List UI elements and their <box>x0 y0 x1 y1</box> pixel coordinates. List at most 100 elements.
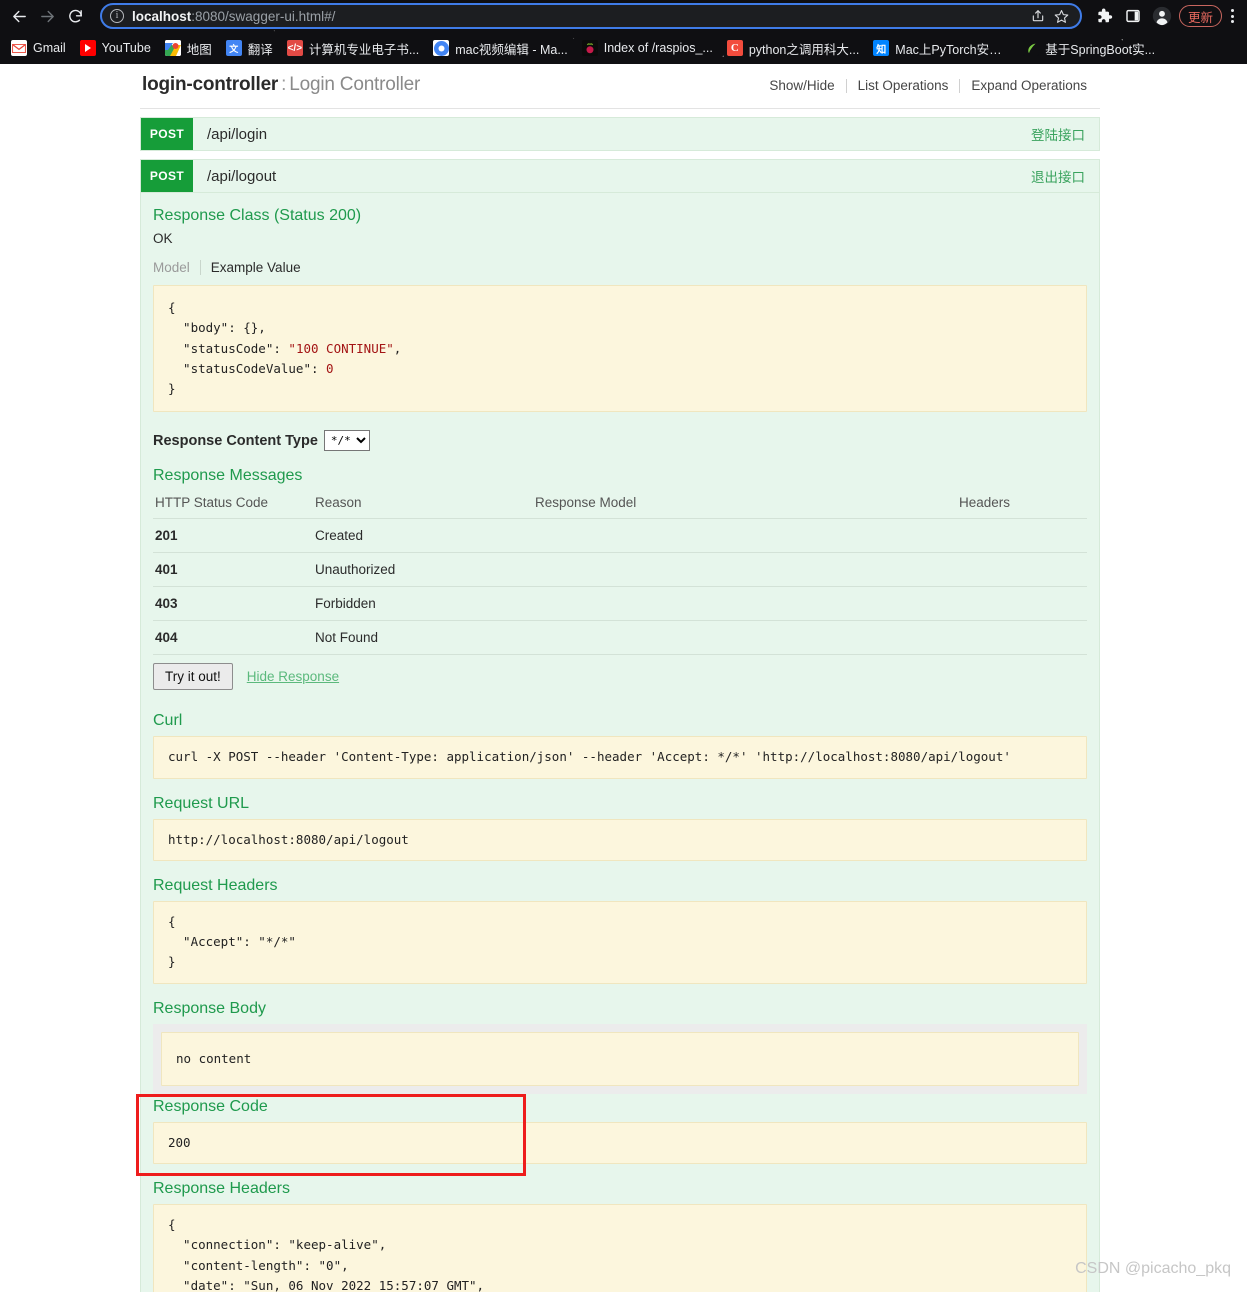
col-http-status-code: HTTP Status Code <box>153 491 313 520</box>
status-code-cell: 401 <box>153 552 313 588</box>
url-host: localhost <box>132 8 192 24</box>
operation-row-login[interactable]: POST /api/login 登陆接口 <box>140 117 1100 151</box>
example-value-code: { "body": {}, "statusCode": "100 CONTINU… <box>153 285 1087 413</box>
table-row: 403 Forbidden <box>153 586 1087 622</box>
extensions-puzzle-icon[interactable] <box>1091 3 1117 29</box>
kebab-menu-icon[interactable] <box>1223 3 1241 29</box>
bookmark-springboot[interactable]: 基于SpringBoot实... <box>1016 36 1162 60</box>
response-class-ok: OK <box>153 231 173 246</box>
forward-icon[interactable] <box>34 3 60 29</box>
bookmark-label: 翻译 <box>247 42 273 57</box>
response-body-box: no content <box>161 1031 1079 1086</box>
model-cell <box>533 586 957 622</box>
bookmark-mac-video[interactable]: mac视频编辑 - Ma... <box>426 36 575 60</box>
chrome-circle-icon <box>433 40 450 56</box>
operation-row-logout[interactable]: POST /api/logout 退出接口 <box>140 159 1100 193</box>
back-icon[interactable] <box>6 3 32 29</box>
csdn-c-icon: C <box>726 40 743 56</box>
http-method-badge: POST <box>141 118 193 150</box>
resource-separator: : <box>281 74 287 95</box>
bookmark-maps[interactable]: 地图 <box>158 36 219 60</box>
model-cell <box>533 620 957 656</box>
reason-cell: Forbidden <box>313 586 533 622</box>
side-panel-icon[interactable] <box>1120 3 1146 29</box>
status-code-cell: 403 <box>153 586 313 622</box>
operation-path[interactable]: /api/login <box>193 118 1031 150</box>
bookmark-python-kedaxunfei[interactable]: C python之调用科大... <box>720 36 866 60</box>
watermark: CSDN @picacho_pkq <box>1075 1260 1231 1277</box>
try-it-out-button[interactable]: Try it out! <box>153 663 233 691</box>
operation-detail-panel: Response Class (Status 200) OK Model Exa… <box>140 193 1100 1292</box>
curl-title: Curl <box>153 712 183 730</box>
bookmark-translate[interactable]: 文 翻译 <box>219 36 280 60</box>
url-text: localhost:8080/swagger-ui.html#/ <box>132 9 1024 24</box>
response-messages-title: Response Messages <box>153 467 303 485</box>
request-headers-box: { "Accept": "*/*" } <box>153 900 1087 984</box>
zhihu-icon: 知 <box>873 40 890 56</box>
headers-cell <box>957 518 1087 554</box>
bookmark-ebooks[interactable]: </> 计算机专业电子书... <box>280 36 426 60</box>
bookmark-raspios[interactable]: Index of /raspios_... <box>575 36 720 60</box>
bookmark-label: 基于SpringBoot实... <box>1045 42 1156 57</box>
profile-avatar-icon[interactable] <box>1149 3 1175 29</box>
bookmark-label: mac视频编辑 - Ma... <box>455 42 568 57</box>
response-headers-text: { "connection": "keep-alive", "content-l… <box>168 1217 485 1292</box>
response-body-text: no content <box>176 1050 252 1066</box>
example-value-text: { "body": {}, "statusCode": "100 CONTINU… <box>168 300 402 396</box>
bookmark-label: Mac上PyTorch安装... <box>895 42 1010 57</box>
response-content-type-row: Response Content Type */* <box>153 430 1087 452</box>
url-path: :8080/swagger-ui.html#/ <box>191 8 336 24</box>
table-row: 401 Unauthorized <box>153 552 1087 588</box>
operation-summary: 登陆接口 <box>1031 128 1085 143</box>
col-reason: Reason <box>313 491 533 520</box>
response-body-title: Response Body <box>153 999 266 1017</box>
tab-model[interactable]: Model <box>153 260 200 275</box>
bookmark-label: YouTube <box>101 41 151 55</box>
address-bar[interactable]: i localhost:8080/swagger-ui.html#/ <box>100 3 1082 29</box>
response-headers-title: Response Headers <box>153 1180 290 1197</box>
reload-icon[interactable] <box>62 3 88 29</box>
swagger-content: login-controller: Login Controller Show/H… <box>140 74 1100 1292</box>
bookmark-star-icon[interactable] <box>1052 6 1072 26</box>
response-body-wrapper: no content <box>153 1023 1087 1094</box>
response-code-box: 200 <box>153 1121 1087 1164</box>
http-method-badge: POST <box>141 160 193 192</box>
bookmark-label: 计算机专业电子书... <box>308 42 420 57</box>
bookmark-youtube[interactable]: YouTube <box>73 36 158 60</box>
resource-header-links: Show/Hide List Operations Expand Operati… <box>758 78 1098 93</box>
response-class-title: Response Class (Status 200) <box>153 207 362 224</box>
model-cell <box>533 518 957 554</box>
reason-cell: Not Found <box>313 620 533 656</box>
reason-cell: Created <box>313 518 533 554</box>
expand-operations-link[interactable]: Expand Operations <box>960 78 1098 93</box>
translate-icon: 文 <box>225 40 242 56</box>
hide-response-link[interactable]: Hide Response <box>247 669 339 684</box>
col-headers: Headers <box>957 491 1087 520</box>
list-operations-link[interactable]: List Operations <box>847 78 960 93</box>
operation-actions: Try it out! Hide Response <box>153 663 1087 691</box>
headers-cell <box>957 586 1087 622</box>
status-code-cell: 404 <box>153 620 313 656</box>
resource-header: login-controller: Login Controller Show/H… <box>140 74 1100 109</box>
response-messages-table: HTTP Status Code Reason Response Model H… <box>153 491 1087 656</box>
request-url-title: Request URL <box>153 794 250 812</box>
table-header-row: HTTP Status Code Reason Response Model H… <box>153 491 1087 520</box>
spring-leaf-icon <box>1023 40 1040 56</box>
bookmark-label: python之调用科大... <box>748 42 860 57</box>
show-hide-link[interactable]: Show/Hide <box>758 78 845 93</box>
response-code-text: 200 <box>168 1134 191 1150</box>
table-row: 404 Not Found <box>153 620 1087 656</box>
update-button[interactable]: 更新 <box>1178 5 1222 27</box>
status-code-cell: 201 <box>153 518 313 554</box>
browser-toolbar: i localhost:8080/swagger-ui.html#/ 更新 <box>0 0 1247 32</box>
bookmark-gmail[interactable]: Gmail <box>4 36 73 60</box>
operation-path[interactable]: /api/logout <box>193 160 1031 192</box>
resource-description: Login Controller <box>289 74 421 95</box>
bookmark-pytorch-mac[interactable]: 知 Mac上PyTorch安装... <box>866 36 1016 60</box>
curl-command-box: curl -X POST --header 'Content-Type: app… <box>153 736 1087 779</box>
share-icon[interactable] <box>1028 6 1048 26</box>
tab-example-value[interactable]: Example Value <box>199 260 301 275</box>
response-content-type-select[interactable]: */* <box>323 430 370 452</box>
site-info-icon[interactable]: i <box>110 9 124 23</box>
request-headers-title: Request Headers <box>153 876 278 894</box>
